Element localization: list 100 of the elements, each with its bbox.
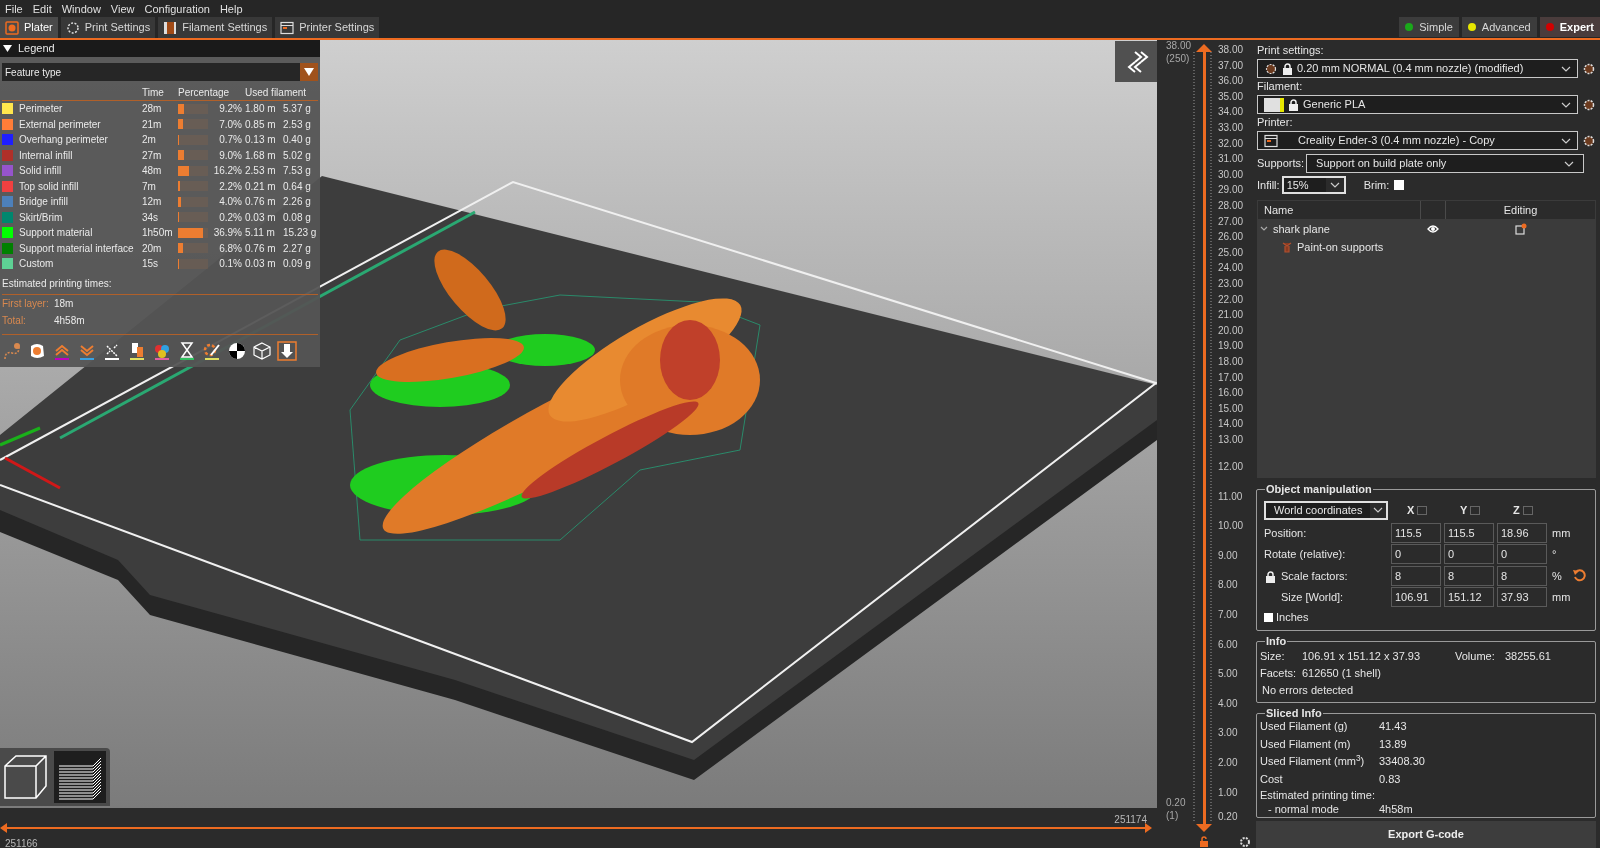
layer-number: (250)	[1166, 53, 1190, 65]
supports-dropdown[interactable]: Support on build plate only	[1306, 154, 1585, 173]
export-gcode-button[interactable]: Export G-code	[1256, 821, 1596, 848]
field-label: Used Filament (g)	[1260, 719, 1349, 734]
group-title: Object manipulation	[1265, 482, 1373, 496]
axis-label: Y	[1460, 502, 1468, 518]
padlock-icon[interactable]	[1265, 571, 1276, 583]
preset-label: Printer:	[1257, 116, 1294, 129]
preset-dropdown[interactable]: 0.20 mm NORMAL (0.4 mm nozzle) (modified)	[1257, 59, 1578, 78]
menu-item[interactable]: Configuration	[139, 0, 215, 18]
value-field[interactable]: 115.5	[1391, 522, 1441, 543]
height-tick-label: 7.00	[1218, 609, 1238, 621]
brim-checkbox[interactable]	[1394, 180, 1405, 190]
unit-label: %	[1552, 568, 1563, 584]
mode-button[interactable]: Simple	[1399, 17, 1459, 37]
unlocked-padlock-icon[interactable]	[1199, 836, 1209, 848]
weight-value: 0.40 g	[283, 133, 312, 148]
menu-item[interactable]: Window	[56, 0, 106, 18]
weight-value: 0.09 g	[283, 257, 312, 272]
mode-button[interactable]: Advanced	[1461, 17, 1537, 37]
field-label: Estimated printing time:	[1260, 787, 1376, 803]
menu-item[interactable]: Help	[214, 0, 248, 18]
tab[interactable]: Printer Settings	[275, 17, 380, 38]
square-icon[interactable]	[1417, 505, 1428, 515]
value-field[interactable]: 8	[1444, 565, 1494, 586]
slider-thumb[interactable]	[1145, 822, 1152, 834]
coordinates-dropdown[interactable]: World coordinates	[1264, 500, 1388, 520]
weight-value: 2.26 g	[283, 195, 312, 210]
chevron-down-icon	[1561, 136, 1571, 145]
value-field[interactable]: 0	[1444, 544, 1494, 565]
value-field[interactable]: 151.12	[1444, 587, 1494, 608]
object-name: Paint-on supports	[1297, 239, 1384, 255]
value-field[interactable]: 115.5	[1444, 522, 1494, 543]
value-field[interactable]: 0	[1497, 544, 1547, 565]
percentage-value: 16.2%	[212, 164, 243, 179]
square-icon[interactable]	[1522, 505, 1533, 515]
field-value: 41.43	[1379, 719, 1407, 734]
square-icon[interactable]	[1470, 505, 1481, 515]
tab[interactable]: Filament Settings	[158, 17, 273, 38]
mode-button[interactable]: Expert	[1539, 17, 1600, 37]
inches-checkbox[interactable]	[1264, 612, 1273, 622]
value-field[interactable]: 8	[1391, 565, 1441, 586]
object-row[interactable]: Paint-on supports	[1257, 238, 1596, 256]
collapse-triangle-icon[interactable]	[3, 44, 12, 53]
gear-icon[interactable]	[1582, 133, 1596, 148]
time-label: Total:	[2, 314, 27, 328]
preset-dropdown[interactable]: Generic PLA	[1257, 95, 1578, 114]
target-square-icon	[5, 20, 19, 35]
settings-icon[interactable]	[1239, 836, 1251, 848]
reset-arrow-icon[interactable]	[1572, 568, 1586, 583]
collapse-sidebar-button[interactable]	[1115, 41, 1157, 82]
preset-dropdown[interactable]: Creality Ender-3 (0.4 mm nozzle) - Copy	[1257, 131, 1578, 150]
length-value: 0.03 m	[245, 210, 277, 225]
menu-item[interactable]: View	[105, 0, 140, 18]
tab[interactable]: Plater	[0, 17, 58, 38]
percentage-value: 36.9%	[212, 226, 243, 241]
length-value: 0.85 m	[245, 117, 277, 132]
menu-item[interactable]: Edit	[27, 0, 57, 18]
chevron-down-icon[interactable]	[1260, 225, 1268, 233]
field-label: Position:	[1264, 525, 1308, 541]
value-field[interactable]: 18.96	[1497, 522, 1547, 543]
axis-label: Z	[1513, 502, 1520, 518]
route-icon[interactable]	[2, 340, 22, 361]
value-field[interactable]: 8	[1497, 565, 1547, 586]
field-value: 33408.30	[1379, 754, 1425, 769]
preview-button[interactable]	[54, 751, 106, 803]
wireframe-cube-icon[interactable]	[252, 340, 272, 361]
field-value: 4h58m	[1379, 801, 1413, 817]
view-type-dropdown[interactable]: Feature type	[2, 63, 318, 81]
value-field[interactable]: 106.91	[1391, 587, 1441, 608]
height-tick-label: 5.00	[1218, 668, 1238, 681]
checker-circle-icon[interactable]	[227, 340, 247, 361]
value-field[interactable]: 0	[1391, 544, 1441, 565]
slider-thumb[interactable]	[0, 822, 7, 834]
height-tick-label: 3.00	[1218, 727, 1238, 740]
height-tick-label: 8.00	[1218, 579, 1238, 592]
infill-dropdown[interactable]: 15%	[1281, 176, 1346, 194]
object-row[interactable]: shark plane	[1257, 220, 1596, 238]
slider-thumb[interactable]	[1196, 824, 1212, 832]
feature-name: Support material interface	[19, 241, 134, 256]
height-tick-label: 1.00	[1218, 786, 1238, 799]
gear-icon[interactable]	[1582, 97, 1596, 112]
height-tick-label: 9.00	[1218, 549, 1238, 562]
time-value: 7m	[142, 179, 157, 194]
slider-thumb[interactable]	[1196, 44, 1212, 52]
hourglass-icon[interactable]	[177, 340, 197, 361]
gear-icon[interactable]	[1582, 61, 1596, 76]
eye-icon[interactable]	[1426, 224, 1439, 234]
field-label: - normal mode	[1267, 801, 1340, 817]
arrow-down-box-icon[interactable]	[277, 340, 297, 361]
slider-lower-value: 251166	[5, 837, 38, 848]
height-tick-label: 16.00	[1218, 387, 1244, 400]
feature-name: Internal infill	[19, 148, 73, 163]
value-field[interactable]: 37.93	[1497, 587, 1547, 608]
tab[interactable]: Print Settings	[60, 17, 156, 38]
menu-item[interactable]: File	[0, 0, 28, 18]
height-tick-label: 31.00	[1218, 153, 1244, 166]
unit-label: °	[1552, 547, 1558, 562]
edit-icon[interactable]	[1514, 223, 1527, 235]
percentage-value: 2.2%	[218, 179, 243, 194]
